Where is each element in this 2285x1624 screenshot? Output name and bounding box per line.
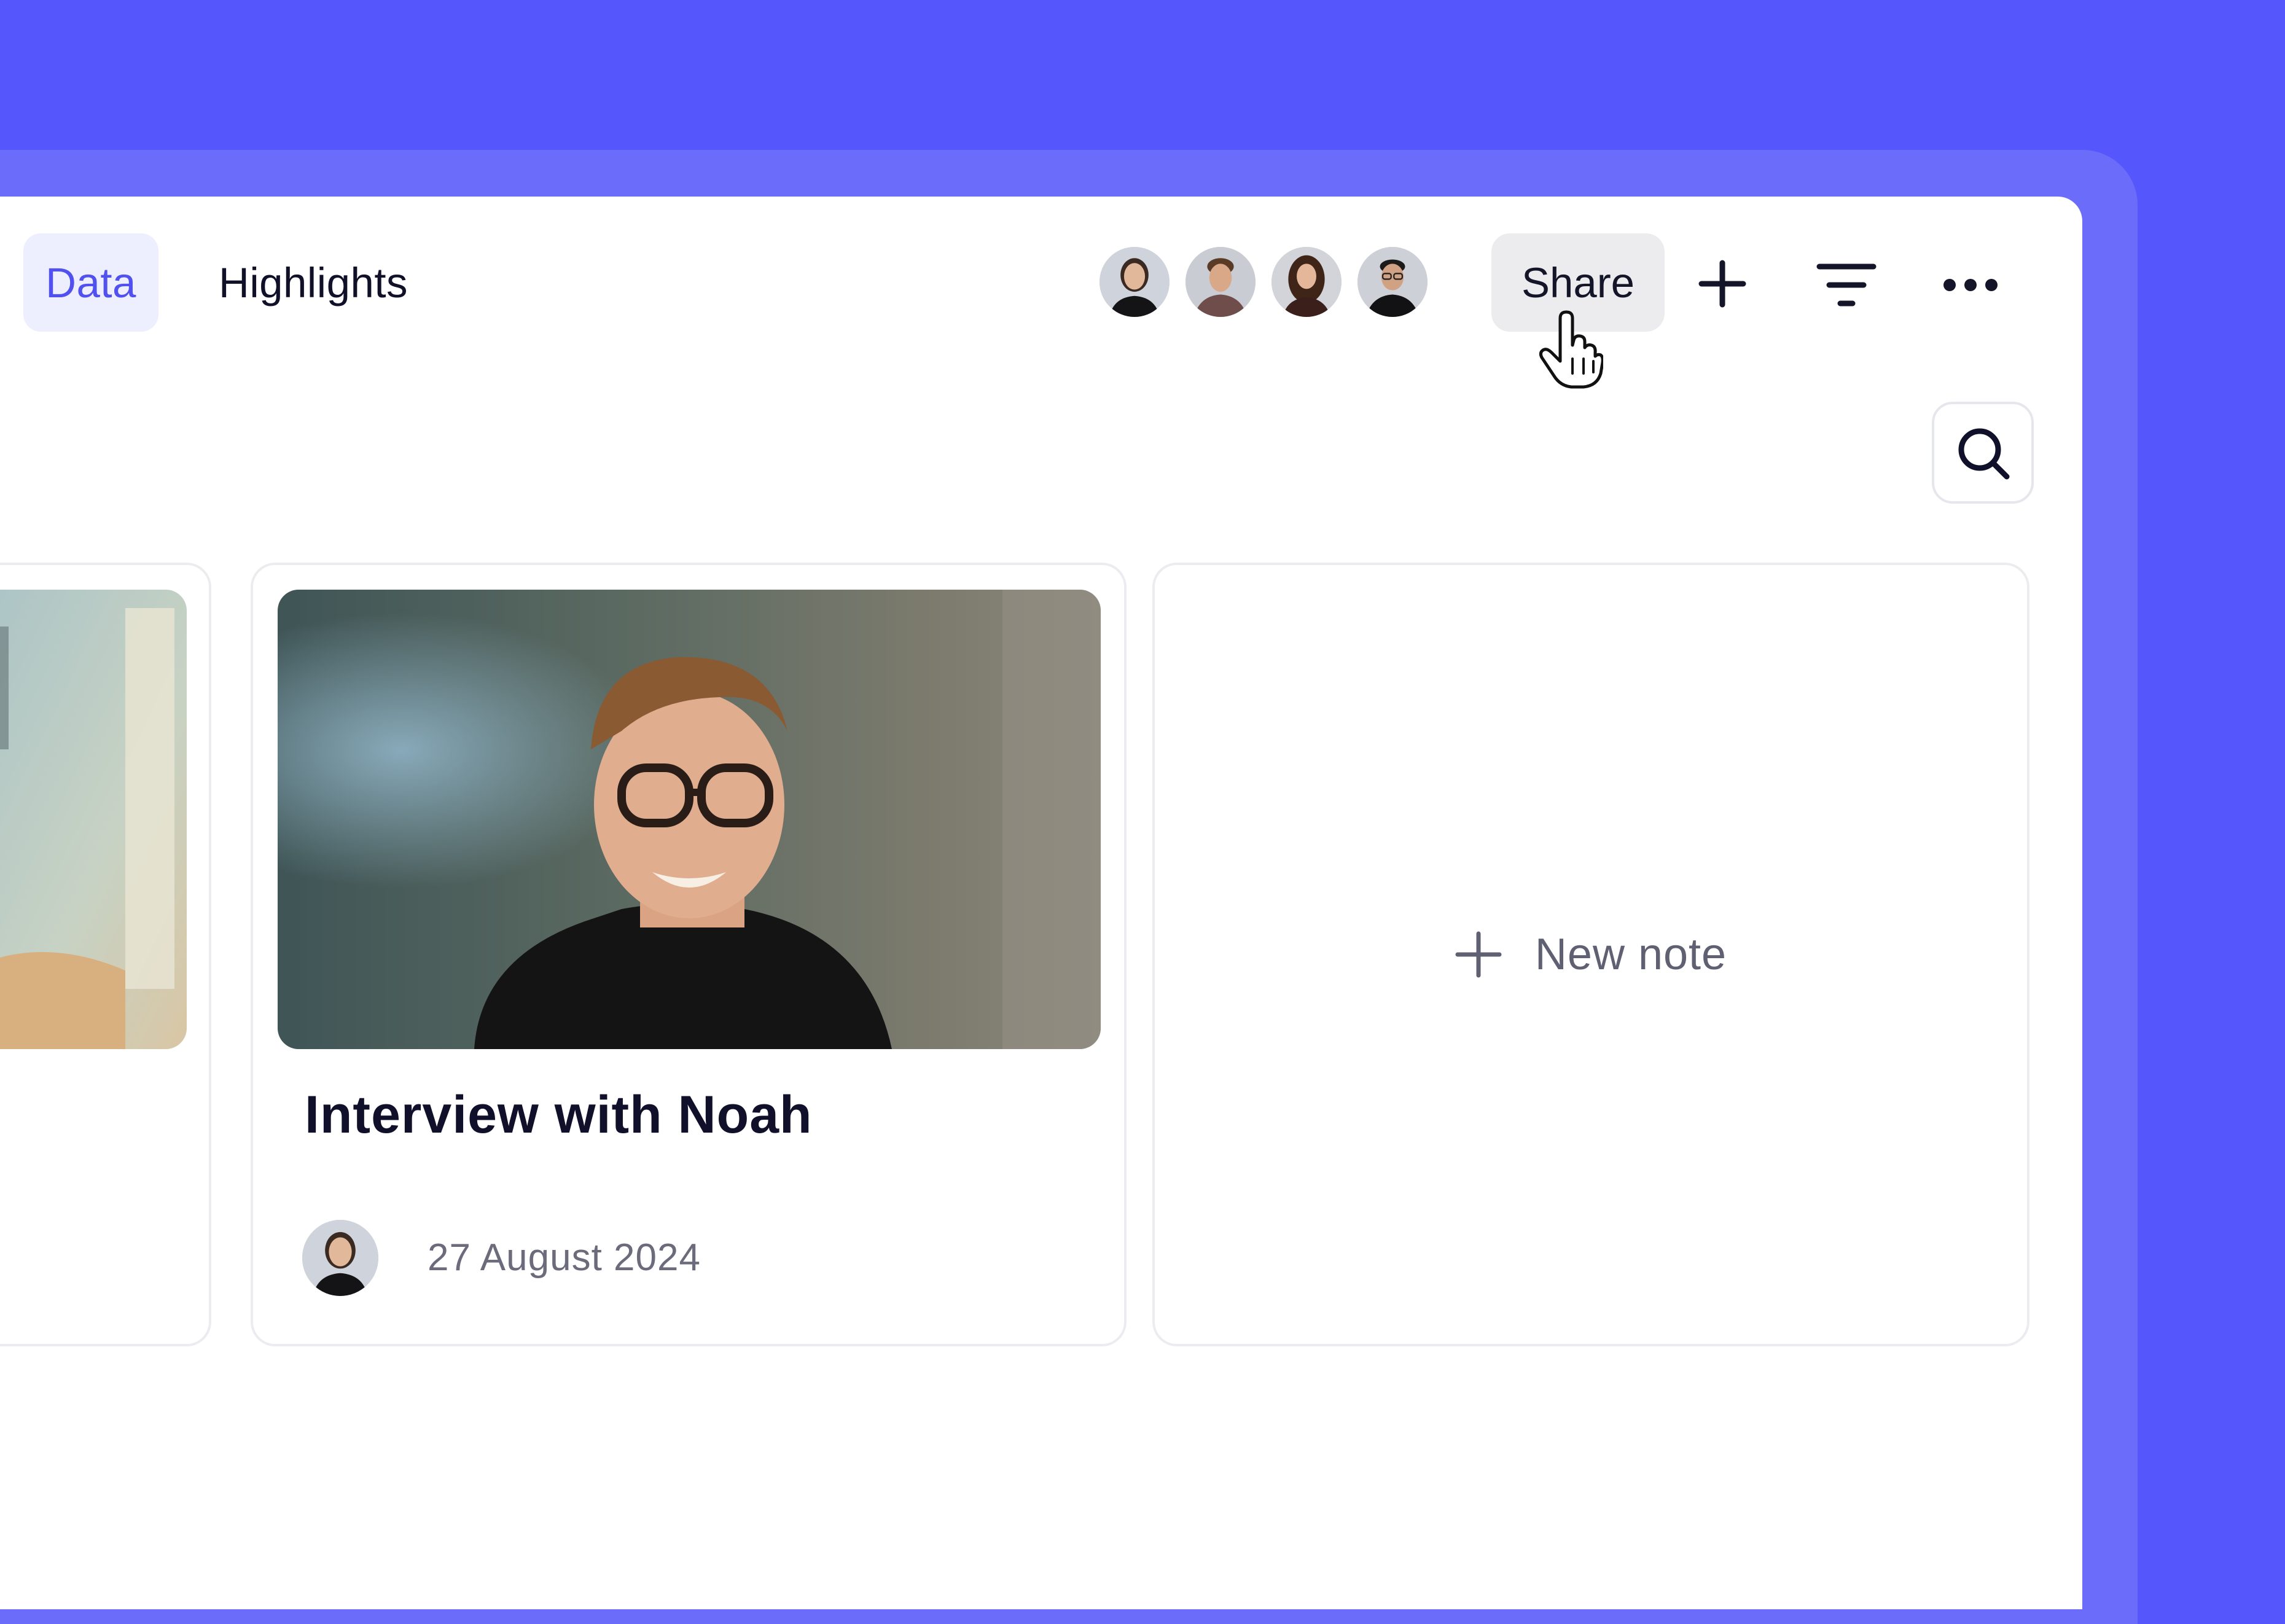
collaborator-avatar[interactable] xyxy=(1269,244,1344,319)
tab-highlights[interactable]: Highlights xyxy=(197,233,430,332)
note-card[interactable] xyxy=(0,563,211,1346)
card-thumbnail xyxy=(0,590,187,1049)
collaborator-avatar[interactable] xyxy=(1183,244,1258,319)
new-note-card[interactable]: New note xyxy=(1152,563,2029,1346)
search-icon xyxy=(1958,428,2010,480)
card-date: 27 August 2024 xyxy=(428,1236,701,1279)
filter-icon[interactable] xyxy=(1816,260,1877,310)
app-window: Data Highlights Share Interview with Noa… xyxy=(0,197,2082,1609)
plus-icon[interactable] xyxy=(1695,257,1749,311)
interview-card[interactable]: Interview with Noah 27 August 2024 xyxy=(251,563,1127,1346)
search-button[interactable] xyxy=(1932,402,2034,504)
collaborator-avatar[interactable] xyxy=(1097,244,1172,319)
hand-cursor-icon xyxy=(1539,310,1603,389)
plus-icon xyxy=(1455,931,1502,978)
author-avatar xyxy=(302,1220,378,1296)
video-thumbnail[interactable] xyxy=(278,590,1101,1049)
collaborator-avatar[interactable] xyxy=(1355,244,1430,319)
new-note-button[interactable]: New note xyxy=(1455,929,1727,980)
card-title: Interview with Noah xyxy=(305,1085,813,1144)
new-note-label: New note xyxy=(1534,930,1727,979)
more-icon[interactable] xyxy=(1941,273,2000,297)
tab-data[interactable]: Data xyxy=(23,233,158,332)
